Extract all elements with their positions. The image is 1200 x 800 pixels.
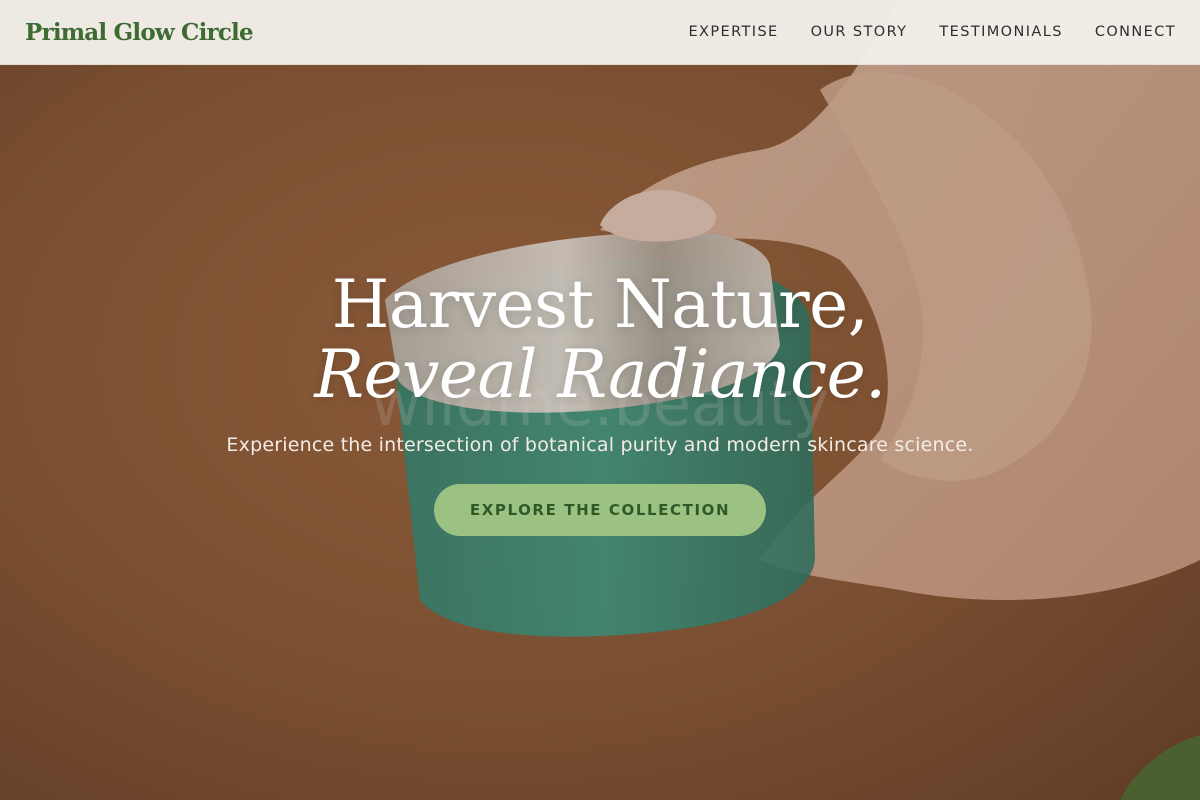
explore-collection-button[interactable]: EXPLORE THE COLLECTION	[434, 484, 766, 536]
hero-subtitle: Experience the intersection of botanical…	[226, 434, 974, 456]
hero-title-line-2: Reveal Radiance.	[314, 336, 886, 413]
nav-link-testimonials[interactable]: TESTIMONIALS	[939, 24, 1062, 40]
nav-link-connect[interactable]: CONNECT	[1095, 24, 1176, 40]
hero-title-line-1: Harvest Nature,	[331, 266, 869, 343]
nav-link-expertise[interactable]: EXPERTISE	[688, 24, 778, 40]
main-navigation: EXPERTISE OUR STORY TESTIMONIALS CONNECT	[688, 24, 1176, 40]
site-header: Primal Glow Circle EXPERTISE OUR STORY T…	[0, 0, 1200, 65]
nav-link-our-story[interactable]: OUR STORY	[811, 24, 908, 40]
hero-content: Harvest Nature, Reveal Radiance. Experie…	[0, 270, 1200, 536]
brand-logo[interactable]: Primal Glow Circle	[25, 19, 254, 46]
hero-title: Harvest Nature, Reveal Radiance.	[0, 270, 1200, 410]
